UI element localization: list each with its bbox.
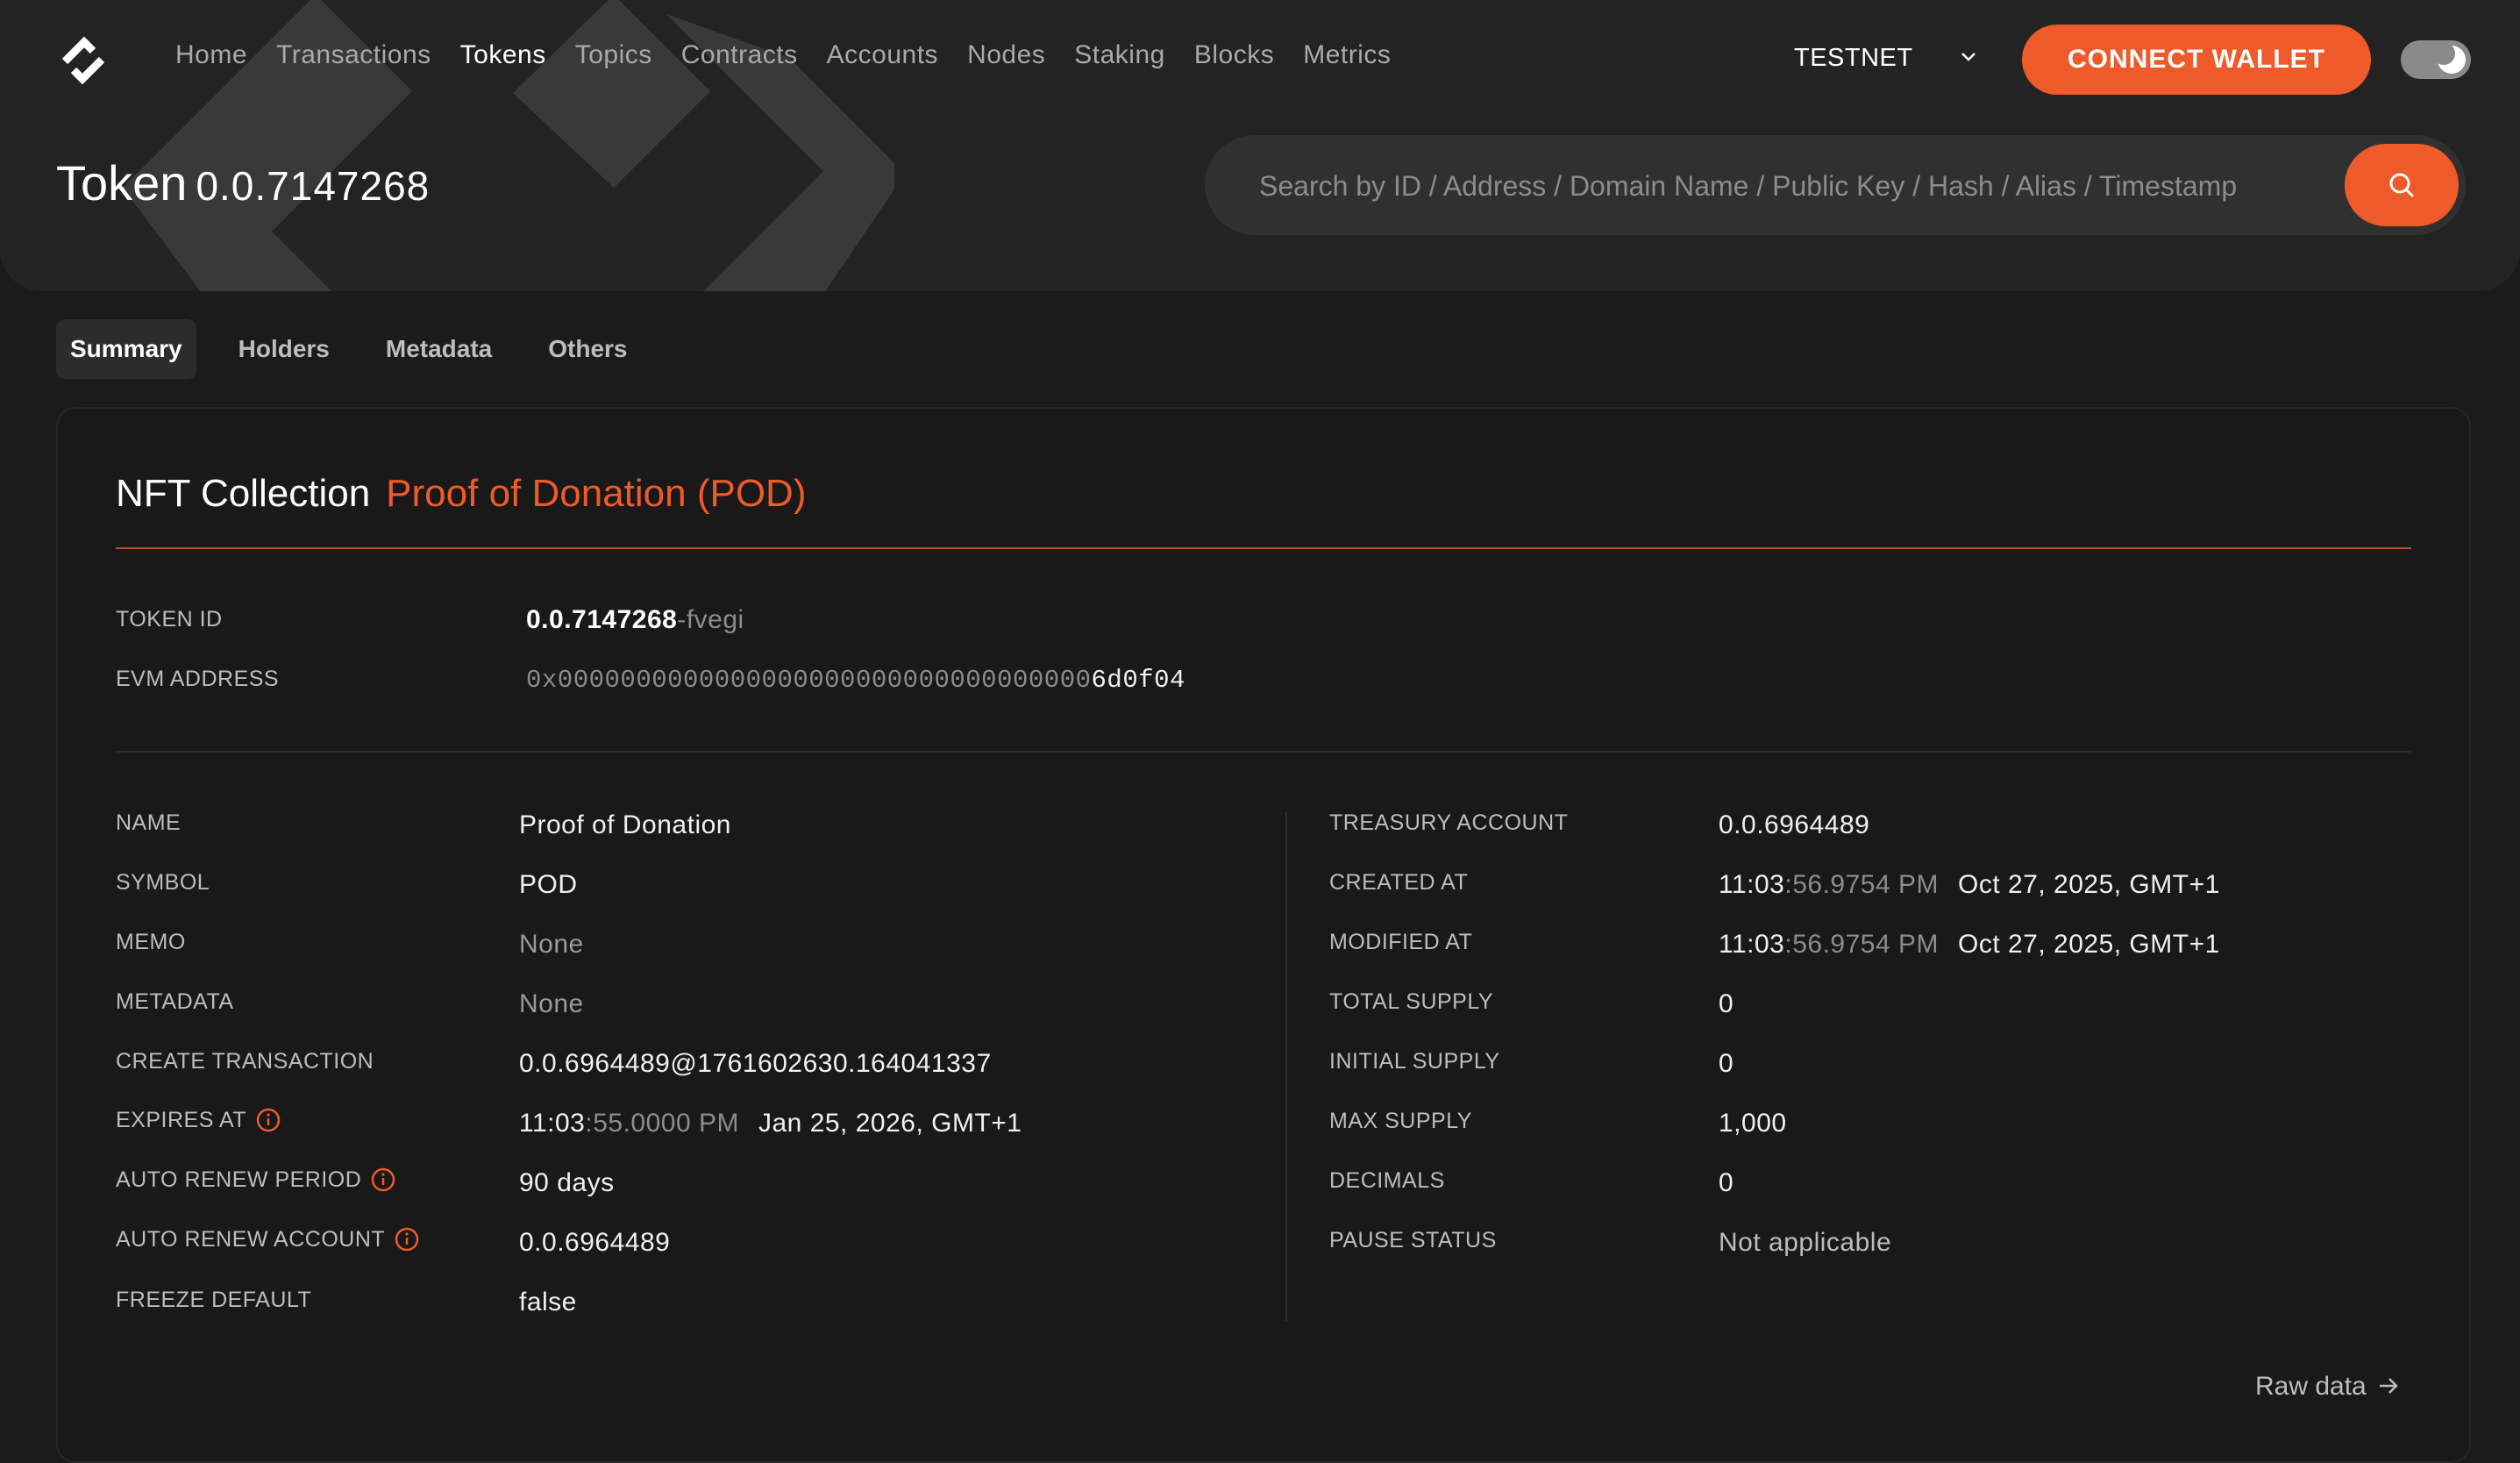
memo-value: None: [519, 930, 584, 959]
metadata-label: METADATA: [116, 989, 234, 1014]
freeze-default-label: FREEZE DEFAULT: [116, 1288, 312, 1312]
info-icon[interactable]: [255, 1107, 281, 1133]
created-at-label: CREATED AT: [1329, 870, 1469, 895]
treasury-account-link[interactable]: 0.0.6964489: [1719, 810, 1869, 840]
decimals-value: 0: [1719, 1168, 1734, 1197]
token-tabs: Summary Holders Metadata Others: [56, 319, 670, 379]
token-summary-card: NFT Collection Proof of Donation (POD) TO…: [56, 407, 2471, 1463]
theme-toggle-icon: [2432, 42, 2466, 74]
name-label: NAME: [116, 810, 182, 835]
search-bar: [1205, 135, 2466, 237]
max-supply-value: 1,000: [1719, 1109, 1787, 1138]
nav-transactions[interactable]: Transactions: [276, 40, 431, 70]
symbol-value: POD: [519, 870, 578, 899]
evm-address-prefix: 0x0000000000000000000000000000000000: [526, 666, 1092, 695]
page-title-id: 0.0.7147268: [196, 163, 431, 209]
freeze-default-value: false: [519, 1288, 577, 1317]
total-supply-value: 0: [1719, 989, 1734, 1018]
expires-time-main: 11:03: [519, 1109, 586, 1138]
raw-data-link[interactable]: Raw data: [2255, 1372, 2400, 1402]
create-transaction-link[interactable]: 0.0.6964489@1761602630.164041337: [519, 1049, 992, 1079]
search-input[interactable]: [1257, 135, 2331, 237]
expires-at-label-text: EXPIRES AT: [116, 1107, 247, 1132]
nav-contracts[interactable]: Contracts: [681, 40, 798, 70]
initial-supply-value: 0: [1719, 1049, 1734, 1078]
treasury-account-label: TREASURY ACCOUNT: [1329, 810, 1569, 835]
raw-data-label: Raw data: [2255, 1372, 2367, 1401]
nav-topics[interactable]: Topics: [575, 40, 652, 70]
expires-at-label: EXPIRES AT: [116, 1107, 281, 1133]
tab-summary[interactable]: Summary: [56, 319, 196, 379]
total-supply-label: TOTAL SUPPLY: [1329, 989, 1494, 1014]
card-title: NFT Collection Proof of Donation (POD): [116, 472, 807, 516]
page-title: Token 0.0.7147268: [56, 154, 430, 211]
pause-status-label: PAUSE STATUS: [1329, 1228, 1497, 1252]
memo-label: MEMO: [116, 930, 186, 954]
nav-tokens[interactable]: Tokens: [460, 40, 546, 70]
modified-time-main: 11:03: [1719, 930, 1785, 959]
modified-time-dim: :56.9754 PM: [1784, 930, 1939, 959]
nav-staking[interactable]: Staking: [1074, 40, 1165, 70]
pause-status-value: Not applicable: [1719, 1228, 1892, 1257]
token-id-checksum: -fvegi: [677, 605, 744, 634]
name-value: Proof of Donation: [519, 810, 731, 839]
auto-renew-period-label-text: AUTO RENEW PERIOD: [116, 1167, 362, 1192]
created-time-dim: :56.9754 PM: [1784, 870, 1939, 899]
metadata-value: None: [519, 989, 584, 1018]
tab-metadata[interactable]: Metadata: [372, 319, 506, 379]
evm-address-label: EVM ADDRESS: [116, 667, 280, 691]
connect-wallet-button[interactable]: CONNECT WALLET: [2022, 25, 2371, 95]
search-icon: [2389, 173, 2414, 197]
modified-at-label: MODIFIED AT: [1329, 930, 1473, 954]
header-hero: Home Transactions Tokens Topics Contract…: [0, 0, 2520, 291]
created-date: Oct 27, 2025, GMT+1: [1957, 870, 2220, 899]
nav-nodes[interactable]: Nodes: [967, 40, 1045, 70]
search-button[interactable]: [2345, 144, 2459, 226]
token-id-label: TOKEN ID: [116, 607, 223, 632]
token-id-value[interactable]: 0.0.7147268-fvegi: [526, 605, 744, 635]
evm-address-suffix: 6d0f04: [1091, 666, 1185, 695]
initial-supply-label: INITIAL SUPPLY: [1329, 1049, 1500, 1074]
nav-home[interactable]: Home: [175, 40, 247, 70]
evm-address-value[interactable]: 0x00000000000000000000000000000000006d0f…: [526, 666, 1185, 695]
expires-at-value: 11:03:55.0000 PM Jan 25, 2026, GMT+1: [519, 1109, 1022, 1138]
theme-toggle[interactable]: [2401, 40, 2471, 79]
decimals-label: DECIMALS: [1329, 1168, 1445, 1193]
tab-holders[interactable]: Holders: [224, 319, 344, 379]
modified-date: Oct 27, 2025, GMT+1: [1957, 930, 2220, 959]
auto-renew-account-link[interactable]: 0.0.6964489: [519, 1228, 670, 1258]
modified-at-value: 11:03:56.9754 PM Oct 27, 2025, GMT+1: [1719, 930, 2220, 960]
hashscan-logo-icon[interactable]: [53, 30, 114, 91]
auto-renew-account-label-text: AUTO RENEW ACCOUNT: [116, 1226, 386, 1252]
symbol-label: SYMBOL: [116, 870, 210, 895]
token-id-number: 0.0.7147268: [526, 605, 678, 634]
nav-blocks[interactable]: Blocks: [1194, 40, 1274, 70]
create-transaction-label: CREATE TRANSACTION: [116, 1049, 374, 1074]
card-title-label: NFT Collection: [116, 472, 371, 515]
arrow-right-icon: [2380, 1378, 2398, 1394]
created-at-value: 11:03:56.9754 PM Oct 27, 2025, GMT+1: [1719, 870, 2220, 900]
expires-date: Jan 25, 2026, GMT+1: [758, 1109, 1022, 1138]
auto-renew-period-value: 90 days: [519, 1168, 615, 1197]
title-divider: [116, 547, 2411, 549]
info-icon[interactable]: [394, 1226, 420, 1252]
tab-others[interactable]: Others: [534, 319, 641, 379]
chevron-down-icon[interactable]: [1959, 47, 1978, 67]
created-time-main: 11:03: [1719, 870, 1785, 899]
info-icon[interactable]: [370, 1167, 396, 1193]
auto-renew-period-label: AUTO RENEW PERIOD: [116, 1167, 396, 1193]
max-supply-label: MAX SUPPLY: [1329, 1109, 1472, 1133]
column-divider: [1285, 812, 1287, 1321]
nav-metrics[interactable]: Metrics: [1303, 40, 1391, 70]
section-divider: [116, 751, 2411, 753]
network-selector[interactable]: TESTNET: [1794, 44, 1913, 73]
auto-renew-account-label: AUTO RENEW ACCOUNT: [116, 1226, 420, 1252]
main-nav: Home Transactions Tokens Topics Contract…: [175, 40, 1420, 70]
page-title-label: Token: [56, 155, 188, 211]
expires-time-dim: :55.0000 PM: [585, 1109, 739, 1138]
collection-name: Proof of Donation (POD): [386, 472, 807, 515]
nav-accounts[interactable]: Accounts: [827, 40, 938, 70]
